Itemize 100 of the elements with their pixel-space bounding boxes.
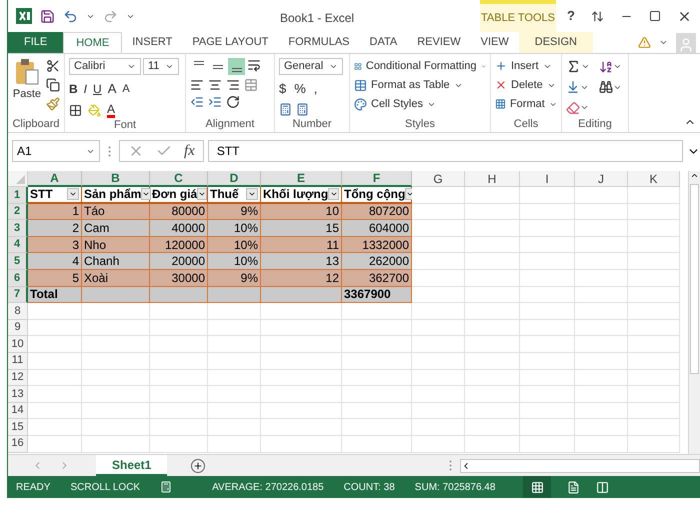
number-format-button[interactable]: % [294, 79, 306, 98]
row-header[interactable]: 15 [8, 419, 28, 436]
grid-cell[interactable] [412, 336, 465, 353]
styles-button[interactable]: Cell Styles [354, 96, 486, 112]
ribbon-tab[interactable]: VIEW [470, 32, 519, 53]
grid-cell[interactable] [628, 320, 680, 336]
grid-cell[interactable] [520, 204, 575, 220]
borders-icon[interactable] [69, 104, 82, 116]
sort-icon[interactable] [599, 60, 613, 74]
row-header[interactable]: 4 [8, 236, 28, 254]
redo-icon[interactable] [103, 8, 118, 24]
grid-cell[interactable] [575, 419, 628, 436]
grid-cell[interactable] [628, 236, 680, 254]
orientation-icon[interactable] [226, 95, 240, 109]
grid-cell[interactable] [412, 352, 465, 370]
grid-cell[interactable] [465, 436, 520, 452]
grid-cell[interactable] [465, 352, 520, 370]
grid-cell[interactable] [150, 419, 208, 436]
grid-cell[interactable] [412, 187, 465, 204]
grid-cell[interactable] [520, 386, 575, 403]
grid-cell[interactable] [575, 303, 628, 320]
grid-cell[interactable] [261, 436, 342, 452]
number-format-button[interactable]: $ [279, 79, 286, 98]
grid-cell[interactable] [412, 386, 465, 403]
grid-cell[interactable] [628, 270, 680, 287]
column-header[interactable]: J [575, 171, 628, 187]
grid-cell[interactable] [208, 370, 261, 386]
grid-cell[interactable] [150, 370, 208, 386]
ribbon-tab[interactable]: PAGE LAYOUT [182, 32, 278, 53]
column-header[interactable]: F [342, 171, 412, 187]
row-header[interactable]: 11 [8, 352, 28, 370]
row-header[interactable]: 13 [8, 386, 28, 403]
grid-cell[interactable] [342, 336, 412, 353]
fill-color-icon[interactable] [88, 104, 101, 116]
cut-icon[interactable] [46, 59, 60, 73]
grid-cell[interactable] [208, 352, 261, 370]
grid-cell[interactable] [412, 286, 465, 304]
ribbon-tab[interactable]: DATA [360, 32, 408, 53]
ribbon-tab[interactable]: FORMULAS [278, 32, 360, 53]
grid-cell[interactable] [28, 436, 82, 452]
grid-cell[interactable] [261, 386, 342, 403]
normal-view-button[interactable] [523, 476, 552, 498]
cells-button[interactable]: Delete [495, 77, 557, 93]
autosum-icon[interactable] [566, 59, 581, 74]
grid-cell[interactable] [628, 286, 680, 304]
column-header[interactable]: B [82, 171, 150, 187]
help-button[interactable]: ? [567, 6, 575, 26]
grid-cell[interactable] [575, 386, 628, 403]
row-header[interactable]: 7 [8, 286, 28, 304]
grid-cell[interactable] [628, 419, 680, 436]
filter-button[interactable] [328, 188, 339, 200]
font-style-button[interactable]: U [93, 80, 102, 98]
grid-cell[interactable] [342, 436, 412, 452]
grid-cell[interactable] [628, 187, 680, 204]
clear-icon[interactable] [566, 100, 580, 115]
grid-cell[interactable] [575, 370, 628, 386]
grid-cell[interactable] [520, 187, 575, 204]
row-header[interactable]: 2 [8, 204, 28, 220]
grid-cell[interactable] [82, 303, 150, 320]
cells-button[interactable]: Insert [495, 58, 557, 74]
grid-cell[interactable] [465, 253, 520, 270]
grid-cell[interactable] [628, 352, 680, 370]
row-header[interactable]: 3 [8, 220, 28, 237]
grid-cell[interactable] [342, 386, 412, 403]
grid-cell[interactable] [261, 336, 342, 353]
grid-cell[interactable] [628, 436, 680, 452]
column-header[interactable]: E [261, 171, 342, 187]
add-sheet-icon[interactable] [191, 458, 206, 472]
grid-cell[interactable] [150, 436, 208, 452]
grid-cell[interactable] [575, 352, 628, 370]
grid-cell[interactable] [82, 402, 150, 420]
grid-cell[interactable] [575, 336, 628, 353]
grid-cell[interactable] [520, 402, 575, 420]
grid-cell[interactable] [28, 402, 82, 420]
grid-cell[interactable] [82, 436, 150, 452]
row-header[interactable]: 6 [8, 270, 28, 287]
grid-cell[interactable] [150, 303, 208, 320]
grid-cell[interactable] [575, 270, 628, 287]
grid-cell[interactable] [150, 386, 208, 403]
grid-cell[interactable] [82, 352, 150, 370]
grid-cell[interactable] [208, 402, 261, 420]
row-header[interactable]: 10 [8, 336, 28, 353]
grid-cell[interactable] [261, 352, 342, 370]
grid-cell[interactable] [208, 436, 261, 452]
grid-cell[interactable] [150, 352, 208, 370]
formula-field[interactable]: STT [208, 140, 683, 162]
sheet-tab[interactable]: Sheet1 [96, 455, 168, 476]
grid-cell[interactable] [520, 336, 575, 353]
grid-cell[interactable] [208, 419, 261, 436]
grid-cell[interactable] [28, 419, 82, 436]
grid-cell[interactable] [28, 386, 82, 403]
styles-button[interactable]: Format as Table [354, 77, 486, 93]
grid-cell[interactable] [342, 419, 412, 436]
filter-button[interactable] [67, 188, 79, 200]
insert-function-button[interactable]: fx [184, 140, 195, 162]
grid-cell[interactable] [261, 320, 342, 336]
grid-cell[interactable] [261, 370, 342, 386]
grid-cell[interactable] [150, 402, 208, 420]
save-icon[interactable] [40, 8, 55, 24]
grid-cell[interactable] [575, 204, 628, 220]
